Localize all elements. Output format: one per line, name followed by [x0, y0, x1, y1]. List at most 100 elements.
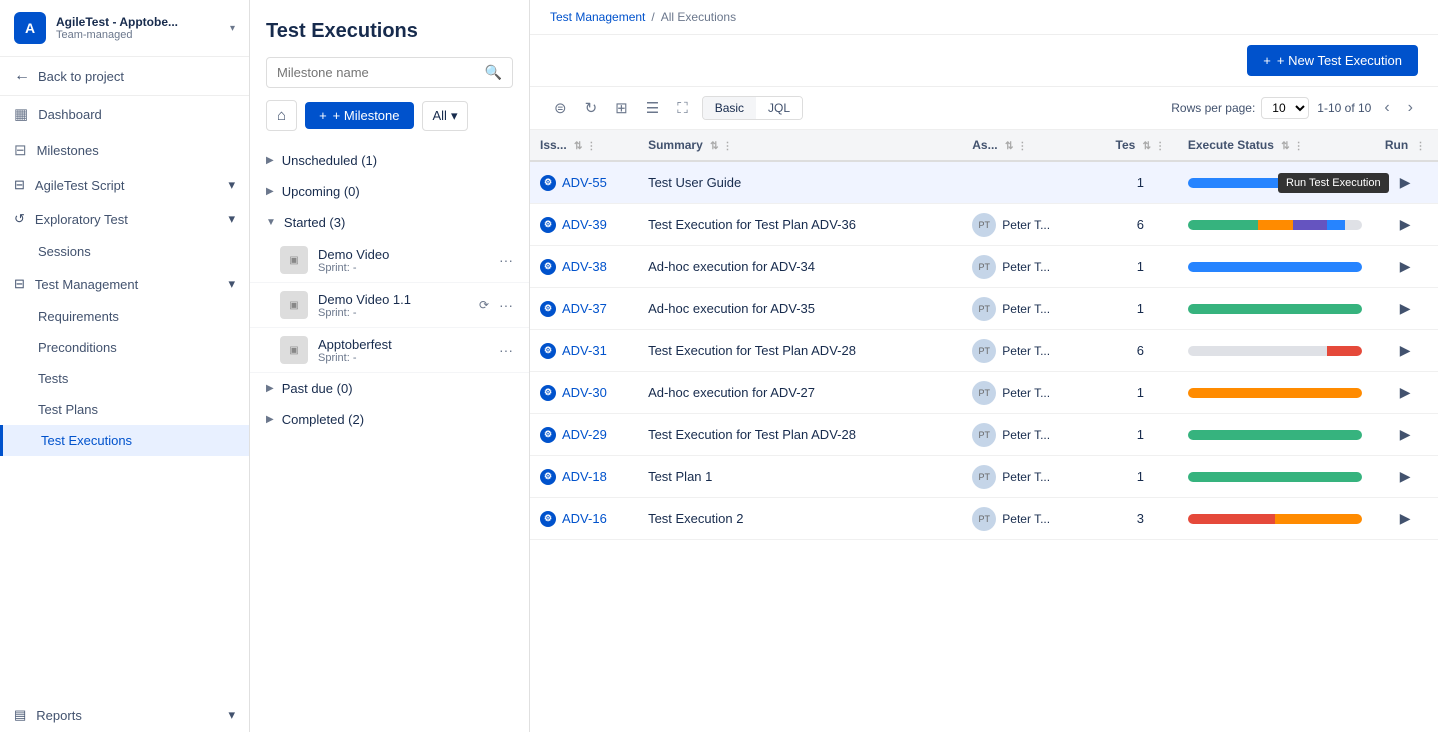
sidebar-item-exploratory-test[interactable]: ↺ Exploratory Test ▾: [0, 202, 249, 236]
col-menu-icon[interactable]: ⋮: [1155, 141, 1165, 152]
table-row: ⚙ ADV-55 Test User Guide1 ▶ Run Test Exe…: [530, 161, 1438, 204]
col-controls-issue: ⇅ ⋮: [574, 141, 596, 152]
sidebar-item-milestones[interactable]: ⊟ Milestones: [0, 132, 249, 168]
issue-link[interactable]: ⚙ ADV-16: [540, 511, 628, 527]
issue-link[interactable]: ⚙ ADV-31: [540, 343, 628, 359]
run-test-execution-button[interactable]: ▶: [1392, 212, 1419, 237]
col-menu-icon[interactable]: ⋮: [1416, 141, 1426, 152]
avatar: PT: [972, 381, 996, 405]
next-page-button[interactable]: ›: [1403, 97, 1418, 119]
col-menu-icon[interactable]: ⋮: [1017, 141, 1027, 152]
status-cell: [1178, 456, 1373, 498]
sidebar-item-requirements[interactable]: Requirements: [0, 301, 249, 332]
sprint-item-demo-video[interactable]: ▣ Demo Video Sprint: - ···: [250, 238, 529, 283]
sidebar-item-test-plans[interactable]: Test Plans: [0, 394, 249, 425]
sidebar-item-agiletest-script[interactable]: ⊟ AgileTest Script ▾: [0, 168, 249, 202]
run-test-execution-button[interactable]: ▶: [1392, 422, 1419, 447]
section-past-due[interactable]: ▶ Past due (0): [250, 373, 529, 404]
section-started[interactable]: ▼ Started (3): [250, 207, 529, 238]
sidebar-item-label: Dashboard: [38, 107, 102, 122]
run-test-execution-button[interactable]: ▶: [1392, 380, 1419, 405]
issue-link[interactable]: ⚙ ADV-39: [540, 217, 628, 233]
col-controls-status: ⇅ ⋮: [1281, 141, 1303, 152]
sidebar-item-dashboard[interactable]: ▦ Dashboard: [0, 96, 249, 132]
avatar: PT: [972, 213, 996, 237]
project-type: Team-managed: [56, 29, 178, 41]
assignee-name: Peter T...: [1002, 344, 1050, 358]
breadcrumb-test-management[interactable]: Test Management: [550, 10, 645, 24]
col-sort-icon[interactable]: ⇅: [1281, 141, 1289, 152]
col-menu-icon[interactable]: ⋮: [1294, 141, 1304, 152]
tests-cell: 3: [1103, 498, 1178, 540]
back-to-project-btn[interactable]: ← Back to project: [0, 57, 249, 96]
run-test-execution-button[interactable]: ▶: [1392, 254, 1419, 279]
view-jql-button[interactable]: JQL: [756, 97, 802, 119]
expand-icon[interactable]: ⛶: [673, 96, 692, 121]
sprint-sprint: Sprint: -: [318, 352, 489, 364]
view-basic-button[interactable]: Basic: [703, 97, 756, 119]
section-completed[interactable]: ▶ Completed (2): [250, 404, 529, 435]
prev-page-button[interactable]: ‹: [1379, 97, 1394, 119]
sprint-item-apptoberfest[interactable]: ▣ Apptoberfest Sprint: - ···: [250, 328, 529, 373]
col-menu-icon[interactable]: ⋮: [586, 141, 596, 152]
sidebar-item-preconditions[interactable]: Preconditions: [0, 332, 249, 363]
run-cell: ▶: [1372, 204, 1438, 246]
issue-id: ADV-39: [562, 217, 607, 232]
grid-view-icon[interactable]: ⊞: [611, 95, 632, 121]
new-test-execution-button[interactable]: + + New Test Execution: [1247, 45, 1418, 76]
run-test-execution-button[interactable]: ▶: [1392, 170, 1419, 195]
table-header-row: Iss... ⇅ ⋮ Summary ⇅ ⋮ A: [530, 130, 1438, 161]
run-test-execution-button[interactable]: ▶: [1392, 296, 1419, 321]
sprint-name: Demo Video: [318, 247, 489, 262]
sidebar-item-test-executions[interactable]: Test Executions: [0, 425, 249, 456]
run-test-execution-button[interactable]: ▶: [1392, 338, 1419, 363]
list-view-icon[interactable]: ☰: [642, 95, 663, 121]
issue-link[interactable]: ⚙ ADV-29: [540, 427, 628, 443]
sidebar-item-reports[interactable]: ▤ Reports ▾: [0, 698, 249, 732]
tests-cell: 6: [1103, 204, 1178, 246]
sprint-thumb: ▣: [280, 246, 308, 274]
section-upcoming[interactable]: ▶ Upcoming (0): [250, 176, 529, 207]
run-test-execution-button[interactable]: ▶: [1392, 464, 1419, 489]
issue-link[interactable]: ⚙ ADV-38: [540, 259, 628, 275]
project-header[interactable]: A AgileTest - Apptobe... Team-managed ▾: [0, 0, 249, 57]
issue-link[interactable]: ⚙ ADV-37: [540, 301, 628, 317]
tests-cell: 1: [1103, 414, 1178, 456]
progress-segment: [1188, 262, 1363, 272]
col-controls-run: ⋮: [1416, 141, 1426, 152]
sprint-more-icon[interactable]: ···: [499, 297, 513, 313]
progress-bar: [1188, 430, 1363, 440]
col-controls-tests: ⇅ ⋮: [1143, 141, 1165, 152]
home-button[interactable]: ⌂: [266, 100, 297, 131]
filter-icon[interactable]: ⊜: [550, 95, 571, 121]
new-execution-label: + New Test Execution: [1277, 53, 1402, 68]
milestone-search-input[interactable]: [277, 65, 477, 80]
sprint-more-icon[interactable]: ···: [499, 252, 513, 268]
section-unscheduled[interactable]: ▶ Unscheduled (1): [250, 145, 529, 176]
issue-link[interactable]: ⚙ ADV-55: [540, 175, 628, 191]
table-row: ⚙ ADV-39 Test Execution for Test Plan AD…: [530, 204, 1438, 246]
sidebar-item-test-management[interactable]: ⊟ Test Management ▾: [0, 267, 249, 301]
issue-link[interactable]: ⚙ ADV-30: [540, 385, 628, 401]
sidebar-item-sessions[interactable]: Sessions: [0, 236, 249, 267]
issue-link[interactable]: ⚙ ADV-18: [540, 469, 628, 485]
assignee-cell: PT Peter T...: [962, 498, 1102, 540]
all-filter-button[interactable]: All ▾: [422, 101, 469, 131]
summary-cell: Test User Guide: [638, 161, 962, 204]
sprint-item-demo-video-1-1[interactable]: ▣ Demo Video 1.1 Sprint: - ⟳ ···: [250, 283, 529, 328]
refresh-icon[interactable]: ↻: [581, 95, 602, 121]
project-name: AgileTest - Apptobe...: [56, 15, 178, 29]
col-sort-icon[interactable]: ⇅: [1005, 141, 1013, 152]
sprint-more-icon[interactable]: ···: [499, 342, 513, 358]
summary-cell: Test Execution for Test Plan ADV-28: [638, 414, 962, 456]
rows-per-page-select[interactable]: 10 25 50: [1261, 97, 1309, 119]
started-label: Started (3): [284, 215, 345, 230]
col-menu-icon[interactable]: ⋮: [722, 141, 732, 152]
add-milestone-button[interactable]: + + Milestone: [305, 102, 413, 129]
run-test-execution-button[interactable]: ▶: [1392, 506, 1419, 531]
col-sort-icon[interactable]: ⇅: [710, 141, 718, 152]
col-sort-icon[interactable]: ⇅: [1143, 141, 1151, 152]
sidebar-item-label: Test Management: [35, 277, 138, 292]
sidebar-item-tests[interactable]: Tests: [0, 363, 249, 394]
col-sort-icon[interactable]: ⇅: [574, 141, 582, 152]
